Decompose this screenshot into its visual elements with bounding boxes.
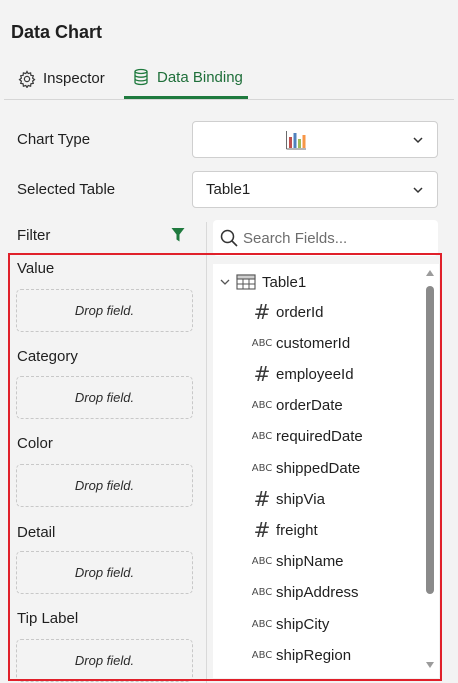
tab-inspector-label: Inspector <box>43 70 105 87</box>
tab-bar: Inspector Data Binding <box>4 58 454 100</box>
field-name: freight <box>276 521 318 539</box>
panel-title: Data Chart <box>11 22 103 42</box>
drop-zone-tip-label[interactable]: Drop field. <box>16 639 193 682</box>
slot-label-category: Category <box>17 348 78 365</box>
text-type-icon: ABC <box>251 462 273 474</box>
field-item[interactable]: ABC shipName <box>249 551 344 573</box>
chevron-down-icon[interactable] <box>217 274 233 290</box>
drop-zone-detail[interactable]: Drop field. <box>16 551 193 594</box>
number-type-icon: # <box>253 300 271 324</box>
text-type-icon: ABC <box>251 400 273 412</box>
drop-zone-value[interactable]: Drop field. <box>16 289 193 332</box>
tree-table-node[interactable]: Table1 <box>213 271 306 293</box>
search-icon <box>220 229 238 247</box>
field-item[interactable]: ABC customerId <box>249 332 350 354</box>
tab-inspector[interactable]: Inspector <box>18 58 105 99</box>
selected-table-select[interactable]: Table1 <box>192 171 438 208</box>
table-icon <box>236 274 256 290</box>
chevron-down-icon <box>413 137 423 144</box>
field-item[interactable]: ABC shippedDate <box>249 457 361 479</box>
field-item[interactable]: ABC shipAddress <box>249 582 359 604</box>
text-type-icon: ABC <box>251 649 273 661</box>
text-type-icon: ABC <box>251 618 273 630</box>
text-type-icon: ABC <box>251 431 273 443</box>
field-item[interactable]: # shipVia <box>249 487 325 512</box>
field-item[interactable]: ABC requiredDate <box>249 426 363 448</box>
tab-data-binding[interactable]: Data Binding <box>124 58 248 99</box>
selected-table-label: Selected Table <box>17 181 116 198</box>
field-name: orderDate <box>276 397 343 415</box>
field-name: orderId <box>276 303 324 321</box>
filter-icon[interactable] <box>171 227 185 243</box>
scrollbar-thumb[interactable] <box>426 286 434 594</box>
drop-zone-color[interactable]: Drop field. <box>16 464 193 507</box>
selected-table-value: Table1 <box>206 181 251 198</box>
chevron-down-icon <box>413 187 423 194</box>
slot-label-color: Color <box>17 435 53 452</box>
number-type-icon: # <box>253 518 271 543</box>
panel-divider <box>206 222 207 683</box>
tree-table-name: Table1 <box>262 273 307 291</box>
field-name: shipCity <box>276 615 330 633</box>
tab-data-binding-label: Data Binding <box>157 68 243 86</box>
scroll-down-arrow-icon[interactable] <box>426 662 434 668</box>
number-type-icon: # <box>253 487 271 512</box>
field-item[interactable]: # freight <box>249 518 318 543</box>
drop-zone-category[interactable]: Drop field. <box>16 376 193 419</box>
slot-label-tip-label: Tip Label <box>17 610 79 627</box>
scroll-up-arrow-icon[interactable] <box>426 270 434 276</box>
slot-label-detail: Detail <box>17 524 56 541</box>
field-name: requiredDate <box>276 428 363 446</box>
field-item[interactable]: ABC orderDate <box>249 395 343 417</box>
field-name: shipRegion <box>276 646 352 664</box>
filter-label: Filter <box>17 227 51 244</box>
field-name: customerId <box>276 334 351 352</box>
scrollbar[interactable] <box>424 268 436 668</box>
search-fields-input[interactable] <box>243 229 433 247</box>
field-name: shippedDate <box>276 459 361 477</box>
text-type-icon: ABC <box>251 337 273 349</box>
database-icon <box>132 68 150 86</box>
field-name: shipAddress <box>276 584 359 602</box>
field-name: employeeId <box>276 365 354 383</box>
field-tree: Table1 # orderId ABC customerId # employeeId A… <box>213 264 439 678</box>
field-item[interactable]: # employeeId <box>249 362 354 387</box>
number-type-icon: # <box>253 362 271 387</box>
bar-chart-icon <box>286 131 306 150</box>
text-type-icon: ABC <box>251 556 273 568</box>
field-item[interactable]: # orderId <box>249 300 324 324</box>
text-type-icon: ABC <box>251 587 273 599</box>
gear-icon <box>18 69 36 88</box>
chart-type-label: Chart Type <box>17 131 91 148</box>
slot-label-value: Value <box>17 260 55 277</box>
chart-type-select[interactable] <box>192 121 438 158</box>
search-box <box>213 220 438 256</box>
field-name: shipName <box>276 553 344 571</box>
field-item[interactable]: ABC shipRegion <box>249 644 351 666</box>
field-item[interactable]: ABC shipCity <box>249 613 330 635</box>
field-name: shipVia <box>276 490 325 508</box>
